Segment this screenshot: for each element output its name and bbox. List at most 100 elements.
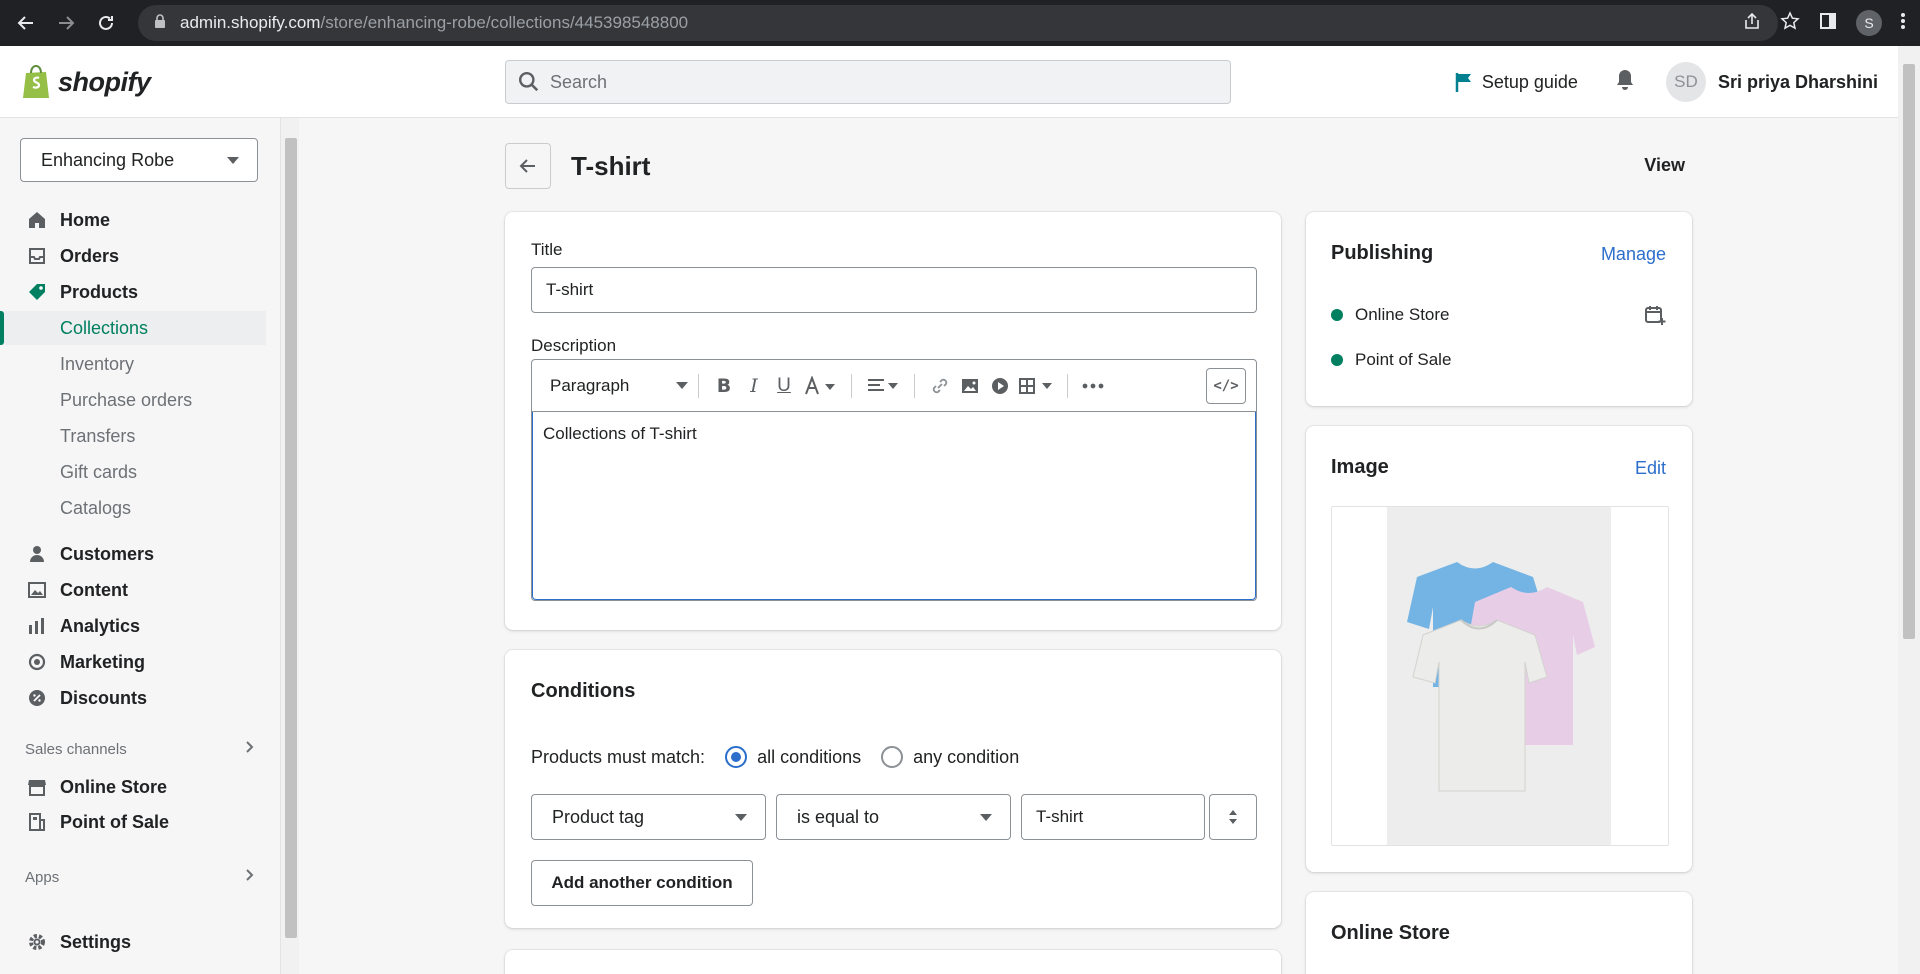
insert-image-icon[interactable] [955,371,985,401]
app-topbar: shopify Search Setup guide SD Sri priya … [0,46,1898,118]
sidebar: Enhancing Robe Home Orders Products Coll… [0,118,281,974]
title-input[interactable]: T-shirt [531,267,1257,313]
back-button[interactable] [505,143,551,189]
sidebar-item-gift-cards[interactable]: Gift cards [0,455,266,489]
table-icon[interactable] [1015,371,1057,401]
sales-channels-header[interactable]: Sales channels [25,740,255,758]
page-scrollbar[interactable] [1898,46,1920,974]
image-edit-link[interactable]: Edit [1635,458,1666,479]
apps-header[interactable]: Apps [25,868,255,886]
sidebar-item-label: Collections [60,317,149,338]
user-name[interactable]: Sri priya Dharshini [1718,72,1878,93]
store-selector[interactable]: Enhancing Robe [20,138,258,182]
forward-arrow-icon[interactable] [52,9,80,37]
toolbar-divider [851,373,852,398]
more-horiz-icon[interactable] [1078,371,1108,401]
store-name: Enhancing Robe [41,149,175,170]
star-icon[interactable] [1780,10,1800,36]
pos-icon [26,811,48,833]
image-card: Image Edit [1306,426,1692,872]
sidebar-item-orders[interactable]: Orders [0,239,266,273]
paragraph-select[interactable]: Paragraph [550,376,688,396]
bell-icon[interactable] [1614,68,1636,97]
manage-link[interactable]: Manage [1601,244,1666,265]
italic-icon[interactable]: I [739,371,769,401]
sidebar-item-discounts[interactable]: Discounts [0,681,266,715]
browser-actions: S [1742,0,1920,46]
insert-video-icon[interactable] [985,371,1015,401]
sidebar-item-point-of-sale[interactable]: Point of Sale [0,805,266,839]
sidebar-item-content[interactable]: Content [0,573,266,607]
tshirts-picture [1407,562,1595,792]
reload-icon[interactable] [92,9,120,37]
sidebar-item-catalogs[interactable]: Catalogs [0,491,266,525]
publishing-heading: Publishing [1331,242,1434,264]
link-icon[interactable] [925,371,955,401]
sidebar-item-home[interactable]: Home [0,203,266,237]
condition-stepper[interactable] [1209,794,1257,840]
sidebar-item-purchase-orders[interactable]: Purchase orders [0,383,266,417]
any-condition-label[interactable]: any condition [913,747,1019,768]
all-conditions-radio[interactable] [725,746,748,768]
condition-field-value: Product tag [552,806,645,827]
sidebar-item-label: Gift cards [60,461,138,482]
shopify-logo[interactable]: shopify [20,64,151,100]
details-card: Title T-shirt Description Paragraph B I … [505,212,1281,630]
arrow-left-icon [519,159,535,173]
underline-icon[interactable]: U [769,371,799,401]
chevron-right-icon [245,868,255,886]
conditions-heading: Conditions [531,680,636,702]
description-editor: Paragraph B I U </> Collections of T-shi… [531,359,1257,601]
view-button[interactable]: View [1644,155,1685,176]
gear-icon [26,931,48,953]
sidebar-item-customers[interactable]: Customers [0,537,266,571]
next-card [505,950,1281,974]
channel-label: Online Store [1355,305,1450,324]
text-color-icon[interactable] [799,371,841,401]
show-html-button[interactable]: </> [1206,368,1246,404]
user-avatar[interactable]: SD [1665,62,1706,102]
sidebar-item-inventory[interactable]: Inventory [0,347,266,381]
sidebar-item-products[interactable]: Products [0,275,266,309]
description-textarea[interactable]: Collections of T-shirt [532,412,1256,600]
page-scrollbar-thumb[interactable] [1903,64,1915,639]
sidebar-item-marketing[interactable]: Marketing [0,645,266,679]
setup-guide-button[interactable]: Setup guide [1454,71,1578,93]
search-input[interactable]: Search [505,60,1231,104]
sidebar-item-label: Content [60,579,128,600]
image-background [1387,507,1611,845]
add-condition-button[interactable]: Add another condition [531,860,753,906]
url-text: admin.shopify.com/store/enhancing-robe/c… [180,13,689,32]
sidebar-item-analytics[interactable]: Analytics [0,609,266,643]
more-vert-icon[interactable] [1900,11,1906,36]
bold-icon[interactable]: B [709,371,739,401]
sidebar-scrollbar-thumb[interactable] [285,138,297,938]
collection-image[interactable] [1331,506,1669,846]
sidebar-item-label: Discounts [60,687,148,708]
toolbar-divider [1067,373,1068,398]
condition-value-input[interactable]: T-shirt [1021,794,1205,840]
condition-operator-select[interactable]: is equal to [776,794,1011,840]
condition-field-select[interactable]: Product tag [531,794,766,840]
align-icon[interactable] [862,371,904,401]
address-bar[interactable]: admin.shopify.com/store/enhancing-robe/c… [138,5,1778,41]
sidebar-item-online-store[interactable]: Online Store [0,770,266,804]
match-label: Products must match: [531,746,706,767]
calendar-schedule-icon[interactable] [1644,304,1666,331]
sidebar-item-transfers[interactable]: Transfers [0,419,266,453]
share-icon[interactable] [1742,11,1762,36]
any-condition-radio[interactable] [881,746,904,768]
all-conditions-label[interactable]: all conditions [757,747,861,768]
toolbar-divider [698,373,699,398]
online-store-heading: Online Store [1331,922,1450,944]
sidebar-item-collections[interactable]: Collections [0,311,266,345]
status-dot [1331,354,1343,366]
side-panel-icon[interactable] [1818,11,1838,36]
channel-label: Point of Sale [1355,350,1452,369]
setup-guide-label: Setup guide [1481,71,1578,92]
browser-profile-avatar[interactable]: S [1856,10,1882,36]
sidebar-scrollbar[interactable] [281,118,299,974]
sidebar-item-settings[interactable]: Settings [0,925,266,959]
back-arrow-icon[interactable] [12,9,40,37]
inbox-icon [26,245,48,267]
